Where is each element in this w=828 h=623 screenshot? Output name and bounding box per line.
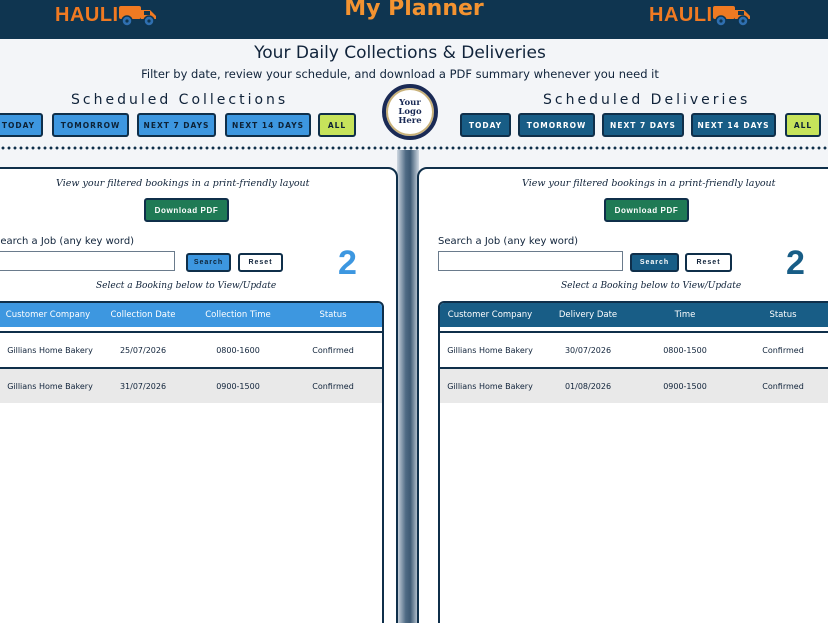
column-header[interactable]: Customer Company (0, 310, 98, 320)
collections-print-note: View your filtered bookings in a print-f… (56, 178, 310, 189)
collections-count: 2 (338, 244, 357, 282)
deliveries-filter-next-14-days[interactable]: NEXT 14 DAYS (691, 113, 776, 137)
table-row[interactable]: Gillians Home Bakery 31/07/2026 0900-150… (0, 367, 382, 403)
deliveries-download-pdf-button[interactable]: Download PDF (604, 198, 689, 222)
collections-reset-button[interactable]: Reset (238, 253, 283, 272)
table-row[interactable]: Gillians Home Bakery 01/08/2026 0900-150… (440, 367, 828, 403)
collections-filter-next-7-days[interactable]: NEXT 7 DAYS (137, 113, 216, 137)
cell-time: 0800-1600 (216, 345, 260, 355)
collections-table-header: Customer Company Collection Date Collect… (0, 303, 382, 327)
collections-filter-today[interactable]: TODAY (0, 113, 43, 137)
column-header[interactable]: Time (640, 310, 730, 320)
collections-search-input[interactable] (0, 251, 175, 271)
brand-name: HAULI (649, 3, 713, 26)
cell-date: 25/07/2026 (119, 345, 167, 355)
deliveries-count: 2 (786, 244, 805, 282)
column-header[interactable]: Collection Time (188, 310, 288, 320)
panel-gutter (397, 150, 419, 623)
deliveries-search-button[interactable]: Search (630, 253, 679, 272)
collections-download-pdf-button[interactable]: Download PDF (144, 198, 229, 222)
cell-company: Gillians Home Bakery (7, 381, 93, 391)
truck-icon (712, 6, 750, 27)
deliveries-title: Scheduled Deliveries (543, 92, 751, 108)
deliveries-filter-next-7-days[interactable]: NEXT 7 DAYS (602, 113, 684, 137)
collections-search-label: Search a Job (any key word) (0, 236, 135, 247)
collections-filter-next-14-days[interactable]: NEXT 14 DAYS (225, 113, 311, 137)
column-header[interactable]: Collection Date (98, 310, 188, 320)
cell-time: 0800-1500 (663, 345, 707, 355)
deliveries-search-label: Search a Job (any key word) (438, 236, 579, 247)
column-header[interactable]: Delivery Date (544, 310, 632, 320)
cell-time: 0900-1500 (216, 381, 260, 391)
deliveries-filter-all[interactable]: ALL (785, 113, 821, 137)
deliveries-filter-tomorrow[interactable]: TOMORROW (518, 113, 595, 137)
table-row[interactable]: Gillians Home Bakery 25/07/2026 0800-160… (0, 331, 382, 367)
cell-time: 0900-1500 (663, 381, 707, 391)
collections-filter-all[interactable]: ALL (318, 113, 356, 137)
page-headline: Your Daily Collections & Deliveries (254, 43, 546, 63)
collections-table: Customer Company Collection Date Collect… (0, 301, 384, 623)
table-row[interactable]: Gillians Home Bakery 30/07/2026 0800-150… (440, 331, 828, 367)
cell-company: Gillians Home Bakery (7, 345, 93, 355)
collections-search-button[interactable]: Search (186, 253, 231, 272)
cell-company: Gillians Home Bakery (447, 381, 533, 391)
top-bar: HAULI My Planner HAULI (0, 0, 828, 39)
collections-title: Scheduled Collections (71, 92, 289, 108)
cell-status: Confirmed (312, 381, 354, 391)
logo-placeholder: Your Logo Here (382, 84, 438, 140)
column-header[interactable]: Customer Company (444, 310, 536, 320)
cell-status: Confirmed (762, 381, 804, 391)
deliveries-table: Customer Company Delivery Date Time Stat… (438, 301, 828, 623)
cell-company: Gillians Home Bakery (447, 345, 533, 355)
deliveries-reset-button[interactable]: Reset (685, 253, 732, 272)
cell-status: Confirmed (312, 345, 354, 355)
deliveries-table-header: Customer Company Delivery Date Time Stat… (440, 303, 828, 327)
deliveries-filter-today[interactable]: TODAY (460, 113, 511, 137)
page-subline: Filter by date, review your schedule, an… (141, 67, 659, 81)
collections-select-hint: Select a Booking below to View/Update (96, 281, 277, 291)
column-header[interactable]: Status (288, 310, 378, 320)
column-header[interactable]: Status (740, 310, 826, 320)
deliveries-search-input[interactable] (438, 251, 623, 271)
cell-date: 30/07/2026 (564, 345, 612, 355)
deliveries-print-note: View your filtered bookings in a print-f… (522, 178, 776, 189)
logo-text-3: Here (398, 115, 422, 126)
cell-date: 01/08/2026 (564, 381, 612, 391)
brand-logo-right[interactable]: HAULI (649, 2, 755, 28)
cell-status: Confirmed (762, 345, 804, 355)
cell-date: 31/07/2026 (119, 381, 167, 391)
deliveries-select-hint: Select a Booking below to View/Update (561, 281, 742, 291)
collections-filter-tomorrow[interactable]: TOMORROW (52, 113, 129, 137)
